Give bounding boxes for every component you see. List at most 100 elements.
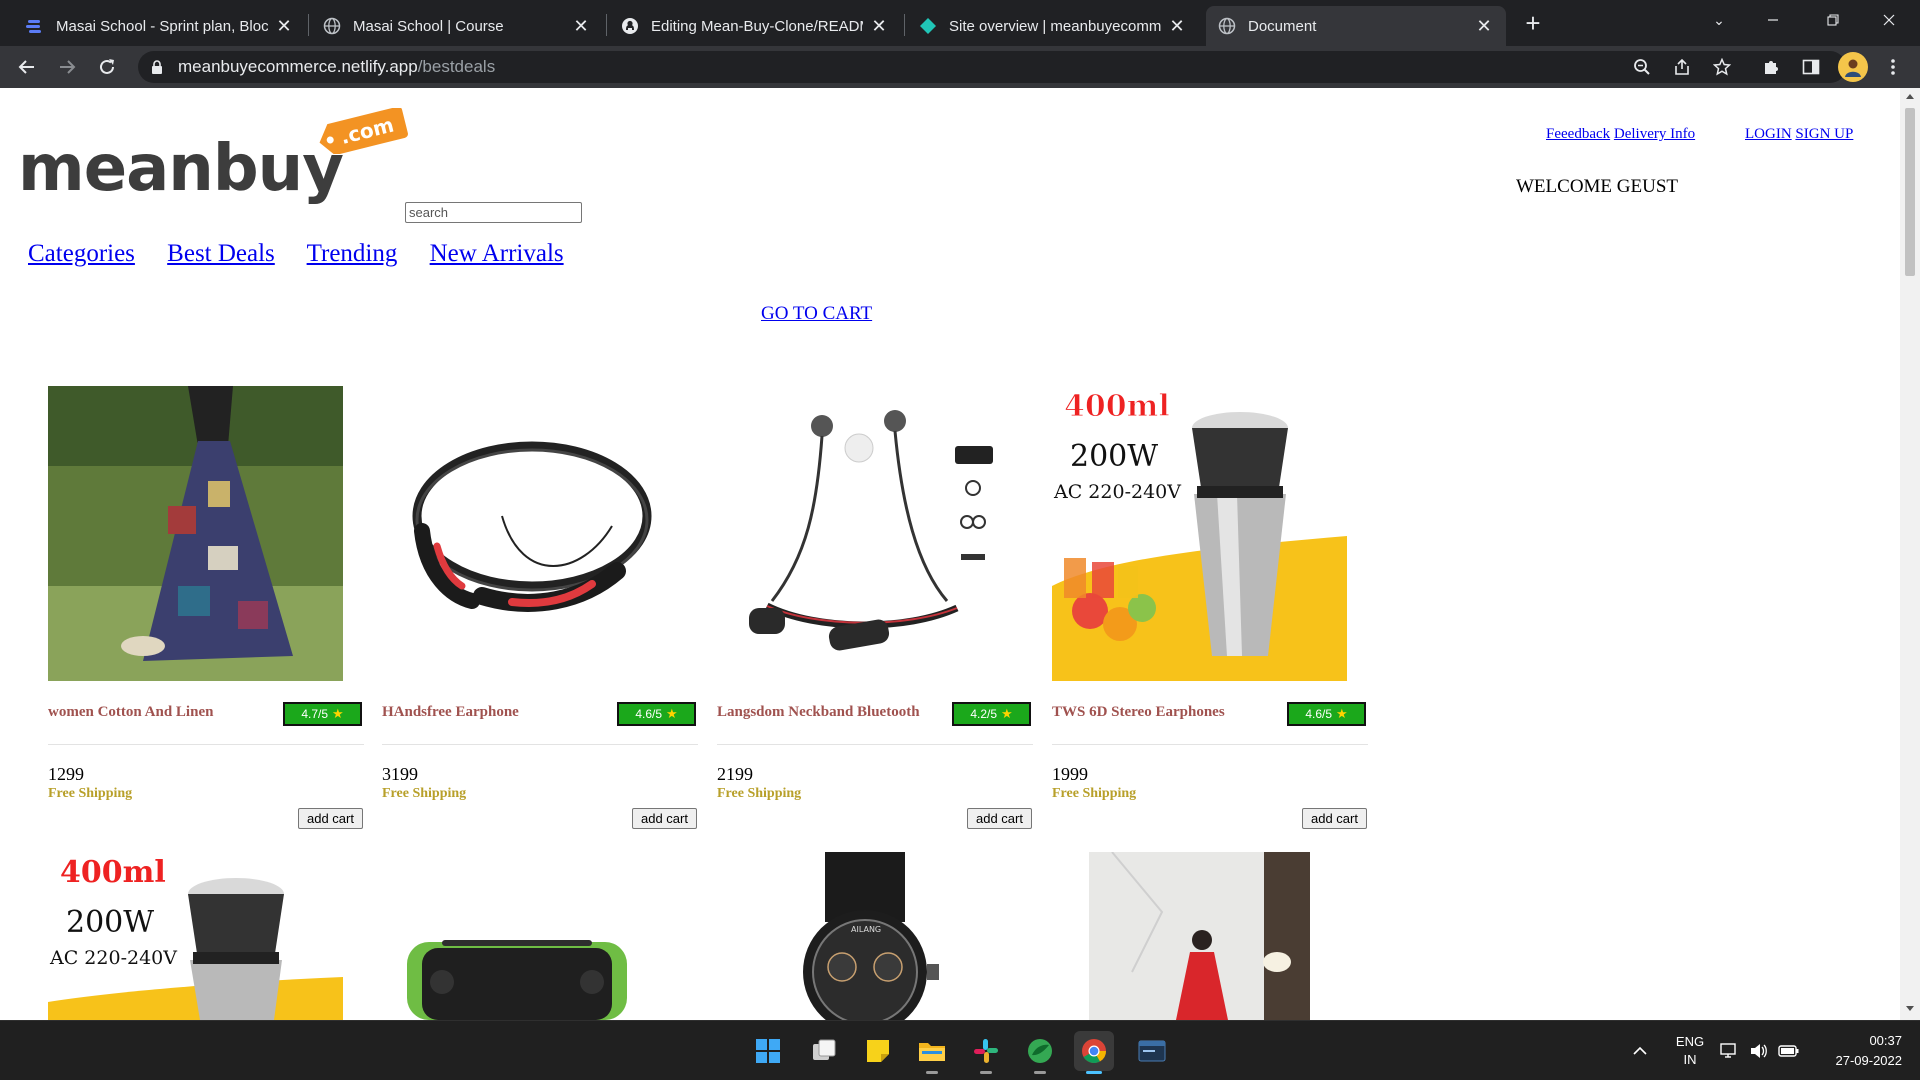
rating-badge: 4.6/5 ★ xyxy=(1287,702,1366,726)
windows-taskbar: ENG IN 00:37 27-09-2022 xyxy=(0,1020,1920,1080)
mysql-workbench-icon[interactable] xyxy=(1132,1031,1172,1071)
go-to-cart-link[interactable]: GO TO CART xyxy=(761,303,872,325)
battery-icon[interactable] xyxy=(1774,1021,1804,1080)
file-explorer-icon[interactable] xyxy=(912,1031,952,1074)
scroll-up-arrow-icon[interactable] xyxy=(1906,94,1914,99)
feedback-link[interactable]: Feeedback xyxy=(1546,126,1610,142)
logo-text: meanbuy xyxy=(18,132,344,206)
lock-icon[interactable] xyxy=(150,59,164,75)
tab-netlify-overview[interactable]: Site overview | meanbuyecomme ✕ xyxy=(907,6,1199,46)
browser-toolbar: meanbuyecommerce.netlify.app/bestdeals xyxy=(0,46,1920,88)
slack-icon[interactable] xyxy=(966,1031,1006,1074)
add-cart-button[interactable]: add cart xyxy=(1302,808,1367,829)
reload-icon[interactable] xyxy=(92,52,122,82)
tab-title: Site overview | meanbuyecomme xyxy=(949,17,1161,35)
address-bar[interactable]: meanbuyecommerce.netlify.app/bestdeals xyxy=(138,51,1846,83)
close-icon[interactable]: ✕ xyxy=(1474,16,1494,36)
windows-start-icon[interactable] xyxy=(748,1031,788,1071)
product-price: 1299 xyxy=(48,764,84,784)
window-close-icon[interactable] xyxy=(1866,0,1912,40)
signup-link[interactable]: SIGN UP xyxy=(1795,126,1853,142)
meanbuy-logo[interactable]: meanbuy .com xyxy=(18,102,408,206)
product-price: 3199 xyxy=(382,764,418,784)
add-cart-button[interactable]: add cart xyxy=(967,808,1032,829)
tab-document[interactable]: Document ✕ xyxy=(1206,6,1506,46)
nav-new-arrivals[interactable]: New Arrivals xyxy=(430,240,564,267)
add-cart-button[interactable]: add cart xyxy=(298,808,363,829)
juicer-capacity-text: 400ml xyxy=(1064,389,1170,424)
tab-separator xyxy=(308,14,309,36)
product-image-skirt[interactable] xyxy=(48,386,343,681)
restore-icon[interactable] xyxy=(1810,0,1856,40)
product-image-red-dress[interactable] xyxy=(1052,852,1347,1020)
clock-date: 27-09-2022 xyxy=(1835,1053,1903,1068)
juicer-voltage-text: AC 220-240V xyxy=(1053,481,1181,503)
product-name[interactable]: HAndsfree Earphone xyxy=(382,704,519,721)
tab-masai-sprint[interactable]: Masai School - Sprint plan, Block ✕ xyxy=(14,6,306,46)
tab-masai-course[interactable]: Masai School | Course ✕ xyxy=(311,6,603,46)
chrome-icon[interactable] xyxy=(1074,1031,1114,1074)
product-image-neckband-earphone[interactable] xyxy=(382,386,677,681)
tab-search-chevron-icon[interactable]: ⌄ xyxy=(1696,0,1742,40)
product-name[interactable]: women Cotton And Linen xyxy=(48,704,213,721)
task-view-icon[interactable] xyxy=(804,1031,844,1071)
rating-badge: 4.6/5 ★ xyxy=(617,702,696,726)
nav-trending[interactable]: Trending xyxy=(307,240,398,267)
product-image-bluetooth-neckband[interactable] xyxy=(717,386,1012,681)
product-image-speaker[interactable] xyxy=(382,852,677,1020)
extensions-puzzle-icon[interactable] xyxy=(1756,52,1786,82)
star-icon: ★ xyxy=(666,706,678,721)
volume-icon[interactable] xyxy=(1744,1021,1774,1080)
delivery-info-link[interactable]: Delivery Info xyxy=(1614,126,1695,142)
share-icon[interactable] xyxy=(1666,51,1698,83)
system-clock[interactable]: 00:37 27-09-2022 xyxy=(1812,1031,1903,1071)
main-nav: Categories Best Deals Trending New Arriv… xyxy=(28,240,590,268)
free-shipping-label: Free Shipping xyxy=(382,786,467,801)
nav-best-deals[interactable]: Best Deals xyxy=(167,240,275,267)
language-indicator[interactable]: ENG IN xyxy=(1668,1033,1712,1069)
network-icon[interactable] xyxy=(1714,1021,1744,1080)
show-hidden-icons-chevron-icon[interactable] xyxy=(1620,1021,1660,1080)
page-scrollbar[interactable] xyxy=(1900,88,1920,1020)
new-tab-plus-icon[interactable]: + xyxy=(1518,8,1548,38)
free-shipping-label: Free Shipping xyxy=(1052,786,1137,801)
search-input[interactable] xyxy=(405,202,582,223)
minimize-icon[interactable] xyxy=(1750,0,1796,40)
cucumber-app-icon[interactable] xyxy=(1020,1031,1060,1074)
add-cart-button[interactable]: add cart xyxy=(632,808,697,829)
login-link[interactable]: LOGIN xyxy=(1745,126,1792,142)
forward-arrow-icon[interactable] xyxy=(52,52,82,82)
tab-separator xyxy=(606,14,607,36)
product-price: 1999 xyxy=(1052,764,1088,784)
divider xyxy=(48,744,364,745)
close-icon[interactable]: ✕ xyxy=(274,16,294,36)
scroll-down-arrow-icon[interactable] xyxy=(1906,1006,1914,1011)
sticky-notes-icon[interactable] xyxy=(858,1031,898,1071)
zoom-icon[interactable] xyxy=(1626,51,1658,83)
nav-categories[interactable]: Categories xyxy=(28,240,135,267)
menu-kebab-icon[interactable] xyxy=(1878,52,1908,82)
masai-icon xyxy=(26,17,44,35)
product-name[interactable]: Langsdom Neckband Bluetooth xyxy=(717,704,920,721)
product-card: 400ml 200W AC 220-240V xyxy=(48,852,364,1020)
scrollbar-thumb[interactable] xyxy=(1905,108,1915,276)
product-name[interactable]: TWS 6D Stereo Earphones xyxy=(1052,704,1225,721)
profile-avatar[interactable] xyxy=(1838,52,1868,82)
product-image-juicer[interactable]: 400ml 200W AC 220-240V xyxy=(48,852,343,1020)
close-icon[interactable]: ✕ xyxy=(869,16,889,36)
language-line-1: ENG xyxy=(1675,1034,1705,1049)
url-path: /bestdeals xyxy=(417,57,496,76)
close-icon[interactable]: ✕ xyxy=(571,16,591,36)
watch-brand-text: AILANG xyxy=(851,925,881,934)
tab-github-editing[interactable]: Editing Mean-Buy-Clone/READM ✕ xyxy=(609,6,901,46)
bookmark-star-icon[interactable] xyxy=(1706,51,1738,83)
product-image-watch[interactable]: AILANG xyxy=(717,852,1012,1020)
juicer-voltage-text: AC 220-240V xyxy=(49,947,177,969)
juicer-power-text: 200W xyxy=(1070,439,1158,474)
close-icon[interactable]: ✕ xyxy=(1167,16,1187,36)
running-indicator xyxy=(926,1071,938,1074)
back-arrow-icon[interactable] xyxy=(12,52,42,82)
side-panel-icon[interactable] xyxy=(1796,52,1826,82)
star-icon: ★ xyxy=(1001,706,1013,721)
product-image-juicer[interactable]: 400ml 200W AC 220-240V xyxy=(1052,386,1347,681)
